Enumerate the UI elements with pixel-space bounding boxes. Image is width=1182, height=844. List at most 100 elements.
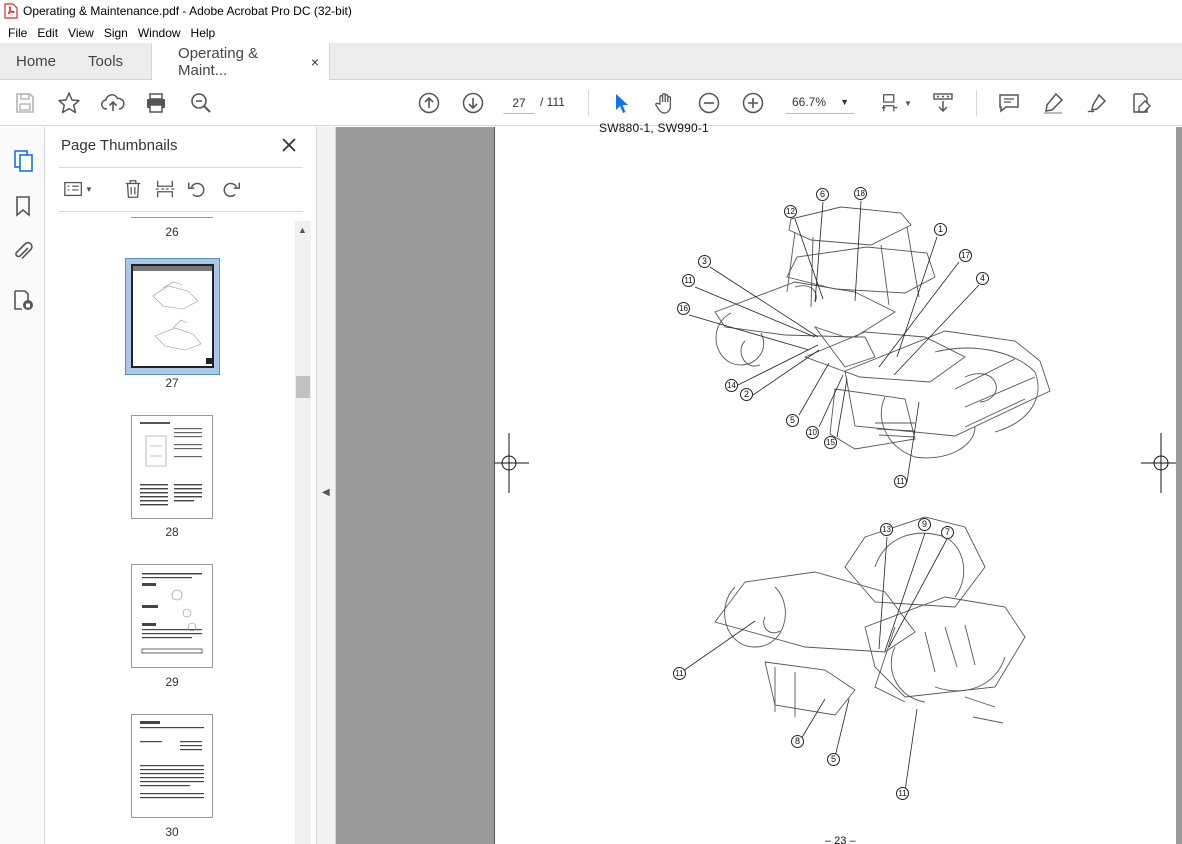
callout-number: 14 (725, 379, 738, 392)
thumbnail-preview-30 (140, 721, 204, 799)
thumbnail-preview-27 (133, 266, 212, 364)
callout-number: 13 (880, 523, 893, 536)
rotate-clockwise-icon[interactable] (219, 177, 243, 201)
zoom-level-select[interactable]: 66.7% ▼ (786, 90, 854, 114)
upload-cloud-icon[interactable] (100, 90, 126, 116)
callout-number: 11 (673, 667, 686, 680)
menu-sign[interactable]: Sign (99, 26, 133, 40)
edit-pdf-icon[interactable] (1128, 90, 1154, 116)
attachment-paperclip-icon[interactable] (10, 239, 36, 265)
callout-number: 3 (698, 255, 711, 268)
hand-tool-icon[interactable] (652, 90, 678, 116)
sign-pen-icon[interactable] (1084, 90, 1110, 116)
tab-bar: Home Tools Operating & Maint... × (0, 43, 1182, 81)
panel-collapse-strip[interactable]: ◀ (317, 127, 336, 844)
thumbnail-label: 26 (165, 225, 179, 239)
insert-page-icon[interactable] (153, 177, 177, 201)
menu-bar: File Edit View Sign Window Help (0, 22, 1182, 43)
left-navigation-rail (0, 127, 45, 844)
window-title: Operating & Maintenance.pdf - Adobe Acro… (23, 4, 352, 18)
menu-file[interactable]: File (3, 26, 32, 40)
tab-document[interactable]: Operating & Maint... × (151, 43, 331, 81)
acrobat-pdf-icon (4, 3, 18, 19)
roller-machine-diagrams (495, 200, 1177, 792)
page-thumbnails-icon[interactable] (10, 147, 36, 173)
print-icon[interactable] (143, 90, 169, 116)
acrobat-window: Operating & Maintenance.pdf - Adobe Acro… (0, 0, 1182, 844)
callout-number: 15 (824, 436, 837, 449)
callout-number: 4 (976, 272, 989, 285)
tab-home[interactable]: Home (0, 43, 72, 79)
main-toolbar: ▼ (0, 80, 1182, 126)
rotate-counterclockwise-icon[interactable] (185, 177, 209, 201)
thumbnail-page-29[interactable] (131, 564, 213, 668)
page-total-label: / 111 (540, 95, 565, 109)
chevron-down-icon: ▼ (840, 97, 849, 107)
thumbnail-options-icon[interactable]: ▼ (61, 177, 95, 201)
pdf-page: SW880-1, SW990-1 6 18 12 1 3 17 11 4 16 … (494, 121, 1177, 844)
thumbnail-page-28[interactable] (131, 415, 213, 519)
document-viewport[interactable]: SW880-1, SW990-1 6 18 12 1 3 17 11 4 16 … (336, 121, 1182, 844)
search-zoom-icon[interactable] (188, 90, 214, 116)
callout-number: 5 (827, 753, 840, 766)
thumbnail-label: 30 (165, 825, 179, 839)
delete-page-trash-icon[interactable] (121, 177, 145, 201)
registration-mark-right (1141, 433, 1177, 493)
callout-number: 5 (786, 414, 799, 427)
callout-number: 18 (854, 187, 867, 200)
scrolling-mode-icon[interactable] (930, 90, 956, 116)
menu-edit[interactable]: Edit (32, 26, 63, 40)
menu-view[interactable]: View (63, 26, 99, 40)
next-page-icon[interactable] (460, 90, 486, 116)
callout-number: 6 (816, 188, 829, 201)
top-roller-drawing (714, 206, 1051, 459)
callout-number: 11 (896, 787, 909, 800)
panel-title: Page Thumbnails (61, 137, 178, 154)
tab-document-label: Operating & Maint... (178, 45, 259, 79)
zoom-out-icon[interactable] (696, 90, 722, 116)
thumbnail-page-27[interactable] (131, 264, 214, 368)
thumbnail-page-30[interactable] (131, 714, 213, 818)
certificate-lock-icon[interactable] (10, 287, 36, 313)
callout-number: 9 (918, 518, 931, 531)
thumbnails-scrollbar[interactable]: ▲ (295, 221, 311, 844)
toolbar-separator (976, 90, 977, 116)
callout-number: 11 (894, 475, 907, 488)
callout-number: 1 (934, 223, 947, 236)
comment-icon[interactable] (996, 90, 1022, 116)
page-thumbnails-panel: Page Thumbnails ▼ 26 27 28 29 30 ▲ (45, 127, 317, 844)
tab-tools[interactable]: Tools (72, 43, 139, 79)
divider (59, 167, 303, 168)
document-right-margin (1176, 127, 1182, 844)
highlight-pen-icon[interactable] (1040, 90, 1066, 116)
previous-page-icon[interactable] (416, 90, 442, 116)
tab-close-icon[interactable]: × (311, 54, 319, 70)
scroll-up-arrow-icon[interactable]: ▲ (298, 225, 307, 235)
menu-window[interactable]: Window (133, 26, 186, 40)
select-cursor-icon[interactable] (608, 90, 634, 116)
callout-number: 10 (806, 426, 819, 439)
save-icon[interactable] (12, 90, 38, 116)
collapse-left-arrow-icon[interactable]: ◀ (322, 487, 330, 498)
page-number-input[interactable]: 27 (503, 90, 535, 114)
registration-mark-left (495, 433, 529, 493)
menu-help[interactable]: Help (186, 26, 221, 40)
page-fit-icon[interactable]: ▼ (876, 90, 916, 116)
callout-number: 8 (791, 735, 804, 748)
thumbnail-preview-29 (141, 573, 203, 654)
zoom-level-value: 66.7% (792, 95, 827, 109)
scrollbar-thumb[interactable] (296, 376, 310, 398)
callout-number: 16 (677, 302, 690, 315)
star-icon[interactable] (56, 90, 82, 116)
thumbnail-page-26[interactable] (131, 217, 213, 218)
thumbnail-label: 27 (165, 376, 179, 390)
bookmark-icon[interactable] (10, 193, 36, 219)
thumbnail-label: 29 (165, 675, 179, 689)
close-panel-icon[interactable] (279, 135, 299, 155)
toolbar-separator (588, 90, 589, 116)
zoom-in-icon[interactable] (740, 90, 766, 116)
bottom-roller-drawing (714, 516, 1026, 724)
callout-number: 17 (959, 249, 972, 262)
callout-number: 12 (784, 205, 797, 218)
callout-number: 2 (740, 388, 753, 401)
